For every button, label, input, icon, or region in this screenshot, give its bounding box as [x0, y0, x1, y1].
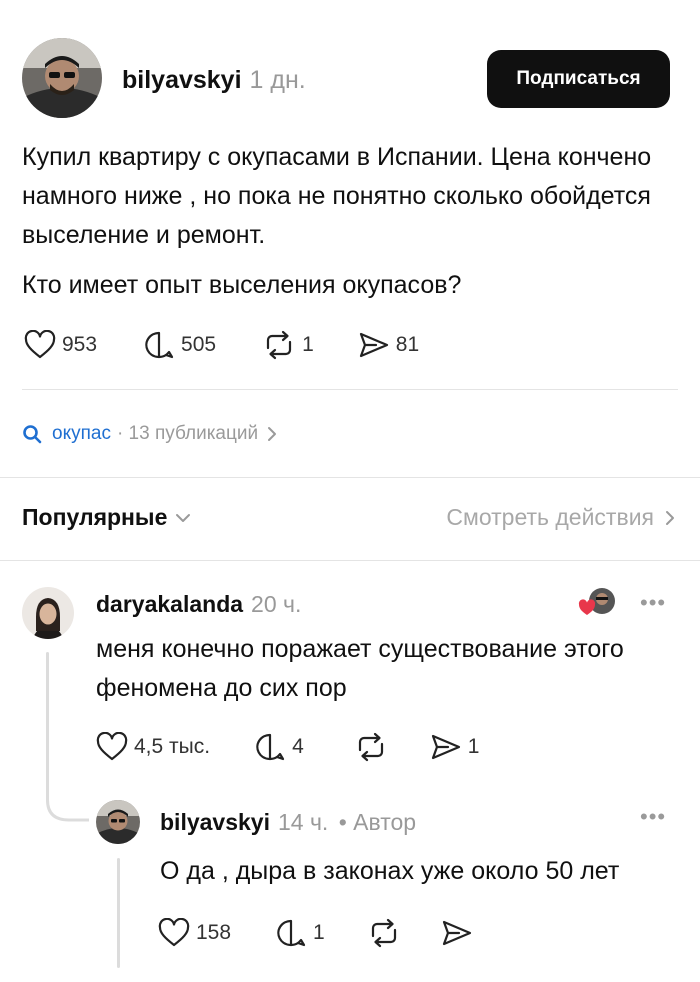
repost-count: 1 — [302, 333, 314, 356]
repost-icon — [358, 732, 383, 762]
comment-meta: daryakalanda 20 ч. — [96, 588, 301, 620]
reply-like-button[interactable]: 158 — [158, 918, 231, 948]
reply-username[interactable]: bilyavskyi — [160, 809, 270, 835]
reply-thread-line — [117, 858, 120, 968]
reply-time: 14 ч. — [277, 809, 329, 835]
author-liked-indicator — [578, 586, 618, 620]
section-divider — [0, 560, 700, 561]
author-badge: • Автор — [338, 809, 417, 835]
heart-icon — [24, 330, 56, 359]
chevron-down-icon — [176, 513, 191, 522]
repost-icon — [266, 330, 292, 360]
comment-actions: 4,5 тыс. 4 1 — [96, 732, 525, 762]
share-icon — [359, 332, 388, 358]
topic-row[interactable]: окупас · 13 публикаций — [22, 420, 278, 448]
topic-tag[interactable]: окупас — [52, 420, 111, 448]
reply-avatar[interactable] — [96, 800, 140, 844]
post-text-1: Купил квартиру с окупасами в Испании. Це… — [22, 138, 672, 255]
post-avatar[interactable] — [22, 38, 102, 118]
post-meta: bilyavskyi 1 дн. — [122, 64, 306, 96]
chevron-right-icon — [268, 427, 277, 441]
post-text-2: Кто имеет опыт выселения окупасов? — [22, 266, 672, 305]
reply-reply-count: 1 — [313, 921, 325, 944]
comment-repost-button[interactable] — [354, 732, 388, 762]
comment-username[interactable]: daryakalanda — [96, 591, 243, 617]
share-icon — [442, 920, 471, 946]
reply-count: 505 — [181, 333, 217, 356]
reply-text: О да , дыра в законах уже около 50 лет — [160, 857, 620, 885]
heart-icon — [158, 918, 190, 947]
commenter-avatar[interactable] — [22, 587, 74, 639]
reply-reply-button[interactable]: 1 — [275, 918, 325, 948]
share-count: 81 — [395, 333, 420, 356]
reply-button[interactable]: 505 — [143, 330, 216, 360]
reply-more-button[interactable]: ••• — [640, 804, 666, 830]
reply-like-count: 158 — [196, 921, 232, 944]
post-paragraph-1: Купил квартиру с окупасами в Испании. Це… — [22, 143, 652, 249]
heart-icon — [96, 732, 128, 761]
topic-count: · 13 публикаций — [116, 423, 259, 444]
reply-meta: bilyavskyi 14 ч. • Автор — [160, 806, 416, 838]
repost-icon — [371, 918, 396, 948]
comment-reply-count: 4 — [292, 735, 304, 758]
post-paragraph-2: Кто имеет опыт выселения окупасов? — [22, 271, 462, 299]
follow-button[interactable]: Подписаться — [487, 50, 670, 108]
share-button[interactable]: 81 — [358, 330, 419, 360]
reply-repost-button[interactable] — [367, 918, 401, 948]
sort-dropdown[interactable]: Популярные — [22, 504, 191, 531]
section-divider — [0, 477, 700, 478]
divider — [22, 389, 678, 390]
repost-button[interactable]: 1 — [262, 330, 314, 360]
chevron-right-icon — [666, 510, 674, 525]
view-activity-label: Смотреть действия — [446, 504, 654, 530]
like-count: 953 — [62, 333, 98, 356]
comment-share-count: 1 — [467, 735, 480, 758]
comment-icon — [256, 733, 285, 761]
comment-more-button[interactable]: ••• — [640, 590, 666, 616]
search-icon — [23, 425, 42, 444]
reply-share-button[interactable] — [441, 918, 473, 948]
comment-text: меня конечно поражает существование этог… — [96, 635, 624, 702]
comment-like-button[interactable]: 4,5 тыс. — [96, 732, 210, 762]
share-icon — [431, 734, 460, 760]
reply-actions: 158 1 — [158, 918, 519, 948]
comment-share-button[interactable]: 1 — [430, 732, 480, 762]
comment-icon — [145, 331, 174, 359]
comment-like-count: 4,5 тыс. — [134, 735, 211, 758]
view-activity-link[interactable]: Смотреть действия — [446, 504, 676, 531]
post-actions: 953 505 1 81 — [24, 330, 465, 360]
comment-icon — [277, 919, 306, 947]
comment-reply-button[interactable]: 4 — [254, 732, 304, 762]
sort-label: Популярные — [22, 504, 168, 530]
post-username[interactable]: bilyavskyi — [122, 66, 242, 94]
comment-time: 20 ч. — [251, 591, 302, 617]
post-time: 1 дн. — [249, 66, 306, 94]
like-button[interactable]: 953 — [24, 330, 97, 360]
